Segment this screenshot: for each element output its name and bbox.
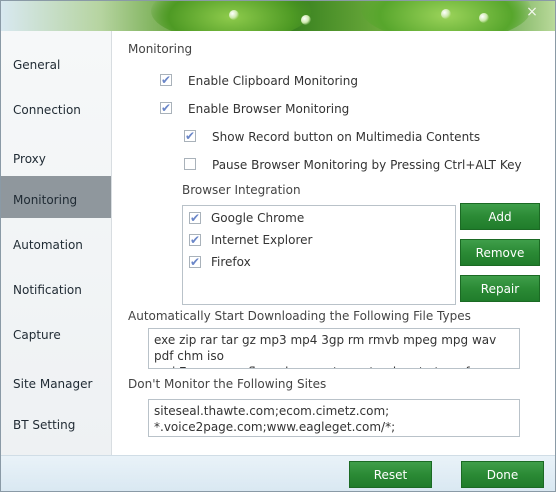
- checkbox[interactable]: [189, 231, 201, 249]
- sidebar-item-proxy[interactable]: Proxy: [1, 138, 111, 180]
- option-label: Show Record button on Multimedia Content…: [212, 130, 481, 144]
- water-drop: [441, 9, 451, 19]
- sidebar-item-notification[interactable]: Notification: [1, 269, 111, 311]
- option-label: Pause Browser Monitoring by Pressing Ctr…: [212, 158, 522, 172]
- checkbox[interactable]: [160, 71, 172, 89]
- browser-label: Internet Explorer: [211, 233, 313, 247]
- sidebar-item-connection[interactable]: Connection: [1, 89, 111, 131]
- option-label: Enable Clipboard Monitoring: [188, 74, 358, 88]
- browser-integration-list: Google Chrome Internet Explorer Firefox: [182, 205, 456, 305]
- water-drop: [301, 15, 311, 25]
- header-banner: ×: [1, 1, 555, 41]
- repair-button[interactable]: Repair: [460, 275, 540, 302]
- checkbox[interactable]: [189, 209, 201, 227]
- checkbox[interactable]: [184, 158, 196, 170]
- browser-integration-label: Browser Integration: [182, 183, 301, 197]
- sidebar-item-monitoring[interactable]: Monitoring: [1, 176, 111, 218]
- browser-label: Firefox: [211, 255, 251, 269]
- dialog-footer: Reset Done: [1, 455, 555, 491]
- remove-button[interactable]: Remove: [460, 239, 540, 266]
- sidebar-item-bt-setting[interactable]: BT Setting: [1, 404, 111, 446]
- sidebar-item-general[interactable]: General: [1, 44, 111, 86]
- section-title-monitoring: Monitoring: [128, 42, 193, 56]
- browser-label: Google Chrome: [211, 211, 305, 225]
- water-drop: [479, 13, 489, 23]
- done-button[interactable]: Done: [461, 461, 544, 488]
- water-drop: [229, 10, 239, 20]
- excluded-sites-input[interactable]: siteseal.thawte.com;ecom.cimetz.com; *.v…: [148, 399, 520, 437]
- file-types-label: Automatically Start Downloading the Foll…: [128, 309, 471, 323]
- close-icon[interactable]: ×: [523, 3, 541, 21]
- settings-sidebar: General Connection Proxy Monitoring Auto…: [1, 31, 112, 455]
- monitoring-panel: Monitoring Enable Clipboard Monitoring E…: [112, 31, 555, 455]
- option-label: Enable Browser Monitoring: [188, 102, 350, 116]
- reset-button[interactable]: Reset: [349, 461, 432, 488]
- add-button[interactable]: Add: [460, 203, 540, 230]
- settings-window: × General Connection Proxy Monitoring Au…: [0, 0, 556, 492]
- sidebar-item-site-manager[interactable]: Site Manager: [1, 363, 111, 405]
- sidebar-item-capture[interactable]: Capture: [1, 314, 111, 356]
- excluded-sites-label: Don't Monitor the Following Sites: [128, 377, 327, 391]
- checkbox[interactable]: [184, 127, 196, 145]
- file-types-input[interactable]: exe zip rar tar gz mp3 mp4 3gp rm rmvb m…: [148, 328, 520, 369]
- sidebar-item-automation[interactable]: Automation: [1, 224, 111, 266]
- checkbox[interactable]: [160, 99, 172, 117]
- checkbox[interactable]: [189, 253, 201, 271]
